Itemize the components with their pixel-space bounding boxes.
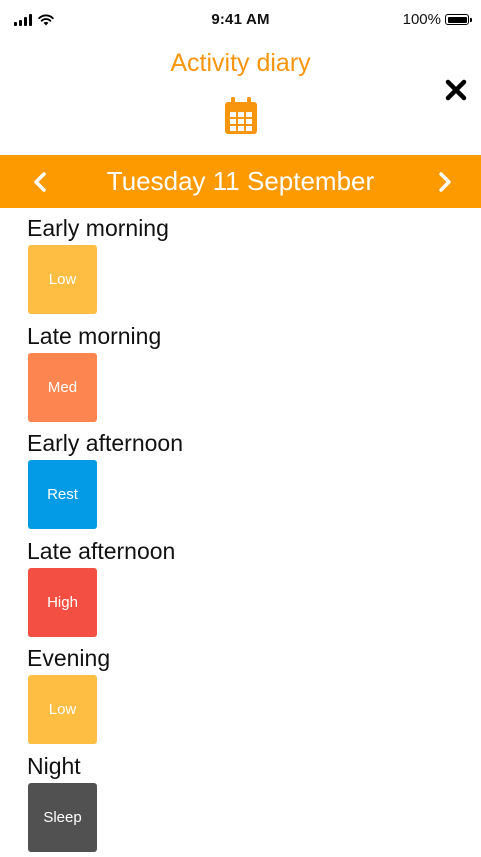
battery-icon <box>445 14 469 25</box>
period-evening: Evening Low <box>28 642 183 750</box>
period-label: Evening <box>27 642 183 674</box>
activity-level-button[interactable]: High <box>28 568 97 637</box>
period-label: Early morning <box>27 212 183 244</box>
period-label: Late morning <box>27 320 183 352</box>
period-early-morning: Early morning Low <box>28 212 183 320</box>
close-icon[interactable] <box>445 79 467 101</box>
period-late-afternoon: Late afternoon High <box>28 535 183 643</box>
period-list: Early morning Low Late morning Med Early… <box>28 212 183 857</box>
activity-level-button[interactable]: Med <box>28 353 97 422</box>
battery-status: 100% <box>403 11 469 28</box>
period-night: Night Sleep <box>28 750 183 857</box>
status-bar: 9:41 AM 100% <box>0 0 481 44</box>
period-late-morning: Late morning Med <box>28 320 183 428</box>
activity-level-button[interactable]: Low <box>28 675 97 744</box>
calendar-icon[interactable] <box>224 97 258 135</box>
activity-level-button[interactable]: Low <box>28 245 97 314</box>
current-date: Tuesday 11 September <box>0 155 481 208</box>
page-title: Activity diary <box>0 44 481 82</box>
date-navigation-bar: Tuesday 11 September <box>0 155 481 208</box>
battery-percent: 100% <box>403 11 441 28</box>
period-label: Early afternoon <box>27 427 183 459</box>
activity-level-button[interactable]: Sleep <box>28 783 97 852</box>
chevron-right-icon[interactable] <box>415 155 475 208</box>
period-label: Late afternoon <box>27 535 183 567</box>
period-early-afternoon: Early afternoon Rest <box>28 427 183 535</box>
activity-level-button[interactable]: Rest <box>28 460 97 529</box>
period-label: Night <box>27 750 183 782</box>
